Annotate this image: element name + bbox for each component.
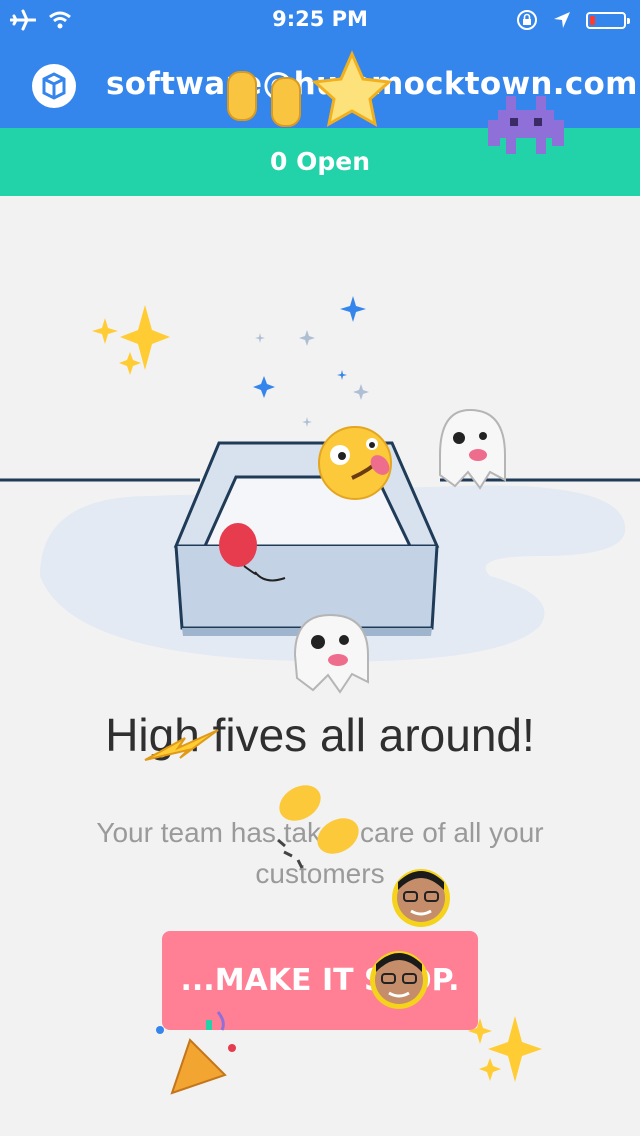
account-email[interactable]: software@hummocktown.com bbox=[106, 66, 638, 102]
inbox-tray bbox=[173, 441, 440, 636]
empty-state-title: High fives all around! bbox=[105, 709, 535, 761]
open-conversations-tab[interactable]: 0 Open bbox=[0, 128, 640, 196]
app-header: software@hummocktown.com bbox=[0, 40, 640, 128]
orientation-lock-icon bbox=[517, 10, 537, 30]
location-arrow-icon bbox=[554, 12, 570, 28]
make-it-stop-button[interactable]: ...MAKE IT STOP. bbox=[162, 931, 478, 1030]
sparkles-icon bbox=[468, 1016, 542, 1082]
status-right-icons bbox=[516, 9, 630, 31]
battery-icon bbox=[586, 11, 630, 29]
help-desk-logo-icon[interactable] bbox=[32, 64, 76, 108]
empty-state-message: Your team has taken care of all your cus… bbox=[96, 817, 544, 889]
status-bar: 9:25 PM bbox=[0, 0, 640, 40]
sparkle-stars bbox=[253, 296, 369, 427]
battery-level bbox=[590, 15, 595, 25]
empty-inbox-illustration bbox=[0, 296, 640, 662]
